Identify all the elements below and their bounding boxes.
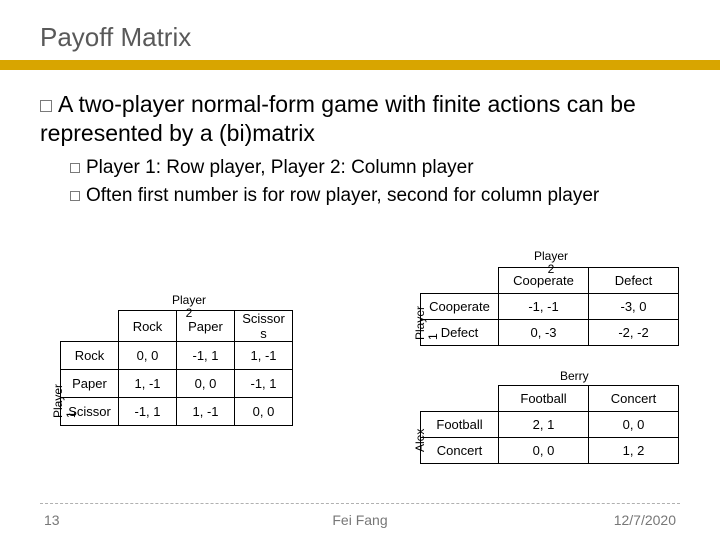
square-bullet-icon <box>70 191 80 201</box>
square-bullet-icon <box>40 100 52 112</box>
bullet-main: A two-player normal-form game with finit… <box>40 90 690 148</box>
cell: 0, -3 <box>499 320 589 346</box>
slide-title: Payoff Matrix <box>40 22 191 53</box>
row-header: Cooperate <box>421 294 499 320</box>
corner-cell <box>421 386 499 412</box>
bullet-sub1-text: Player 1: Row player, Player 2: Column p… <box>86 157 474 178</box>
table-row: Football Concert <box>421 386 679 412</box>
col-header: Paper <box>177 311 235 342</box>
footer-author: Fei Fang <box>0 512 720 528</box>
cell: -1, 1 <box>119 398 177 426</box>
table-row: Scissor -1, 1 1, -1 0, 0 <box>61 398 293 426</box>
square-bullet-icon <box>70 163 80 173</box>
cell: -1, 1 <box>177 342 235 370</box>
cell: -3, 0 <box>589 294 679 320</box>
col-header: Football <box>499 386 589 412</box>
table-row: Rock Paper Scissors <box>61 311 293 342</box>
row-header: Scissor <box>61 398 119 426</box>
table-row: Concert 0, 0 1, 2 <box>421 438 679 464</box>
bullet-sub1: Player 1: Row player, Player 2: Column p… <box>70 156 690 181</box>
col-header: Defect <box>589 268 679 294</box>
bullet-sub2: Often first number is for row player, se… <box>70 184 690 209</box>
berry-col-player-label: Berry <box>560 370 589 383</box>
cell: -1, -1 <box>499 294 589 320</box>
footer-date: 12/7/2020 <box>614 512 676 528</box>
cell: -1, 1 <box>235 370 293 398</box>
cell: 0, 0 <box>499 438 589 464</box>
rps-table: Rock Paper Scissors Rock 0, 0 -1, 1 1, -… <box>60 310 293 426</box>
cell: 0, 0 <box>235 398 293 426</box>
col-header: Scissors <box>235 311 293 342</box>
title-underline <box>0 60 720 70</box>
pd-table: Cooperate Defect Cooperate -1, -1 -3, 0 … <box>420 267 679 346</box>
row-header: Concert <box>421 438 499 464</box>
cell: 0, 0 <box>589 412 679 438</box>
col-header: Cooperate <box>499 268 589 294</box>
berry-table: Football Concert Football 2, 1 0, 0 Conc… <box>420 385 679 464</box>
corner-cell <box>421 268 499 294</box>
content-area: A two-player normal-form game with finit… <box>40 90 690 213</box>
cell: 2, 1 <box>499 412 589 438</box>
table-row: Cooperate Defect <box>421 268 679 294</box>
bullet-sub2-text: Often first number is for row player, se… <box>86 185 599 206</box>
tables-area: Player2 Player1 Rock Paper Scissors Rock… <box>0 250 720 490</box>
cell: -2, -2 <box>589 320 679 346</box>
row-header: Football <box>421 412 499 438</box>
table-row: Football 2, 1 0, 0 <box>421 412 679 438</box>
col-header: Concert <box>589 386 679 412</box>
cell: 0, 0 <box>177 370 235 398</box>
table-row: Rock 0, 0 -1, 1 1, -1 <box>61 342 293 370</box>
cell: 1, -1 <box>235 342 293 370</box>
table-row: Cooperate -1, -1 -3, 0 <box>421 294 679 320</box>
table-row: Defect 0, -3 -2, -2 <box>421 320 679 346</box>
cell: 0, 0 <box>119 342 177 370</box>
cell: 1, -1 <box>177 398 235 426</box>
cell: 1, -1 <box>119 370 177 398</box>
footer-divider <box>40 503 680 504</box>
cell: 1, 2 <box>589 438 679 464</box>
col-header: Rock <box>119 311 177 342</box>
corner-cell <box>61 311 119 342</box>
row-header: Defect <box>421 320 499 346</box>
table-row: Paper 1, -1 0, 0 -1, 1 <box>61 370 293 398</box>
bullet-main-text: A two-player normal-form game with finit… <box>40 91 636 146</box>
row-header: Rock <box>61 342 119 370</box>
row-header: Paper <box>61 370 119 398</box>
